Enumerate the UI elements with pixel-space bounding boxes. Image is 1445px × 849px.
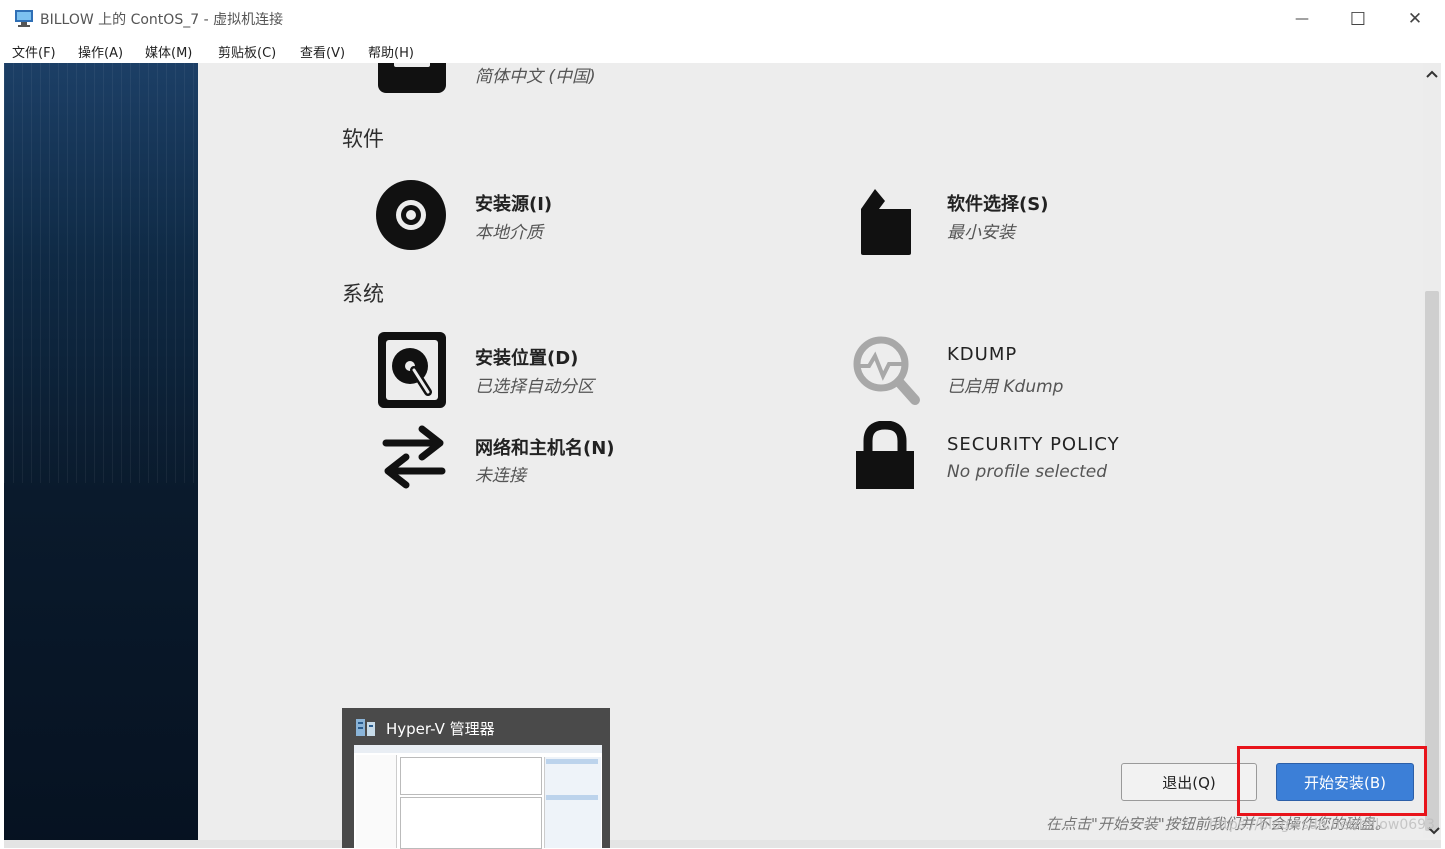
spoke-title: 软件选择(S) xyxy=(947,194,1049,215)
language-status: 简体中文 (中国) xyxy=(475,67,596,87)
spoke-network-hostname[interactable]: 网络和主机名(N) 未连接 xyxy=(376,418,676,498)
menu-action[interactable]: 操作(A) xyxy=(78,42,123,61)
vm-connection-icon xyxy=(15,10,33,27)
spoke-status: 已启用 Kdump xyxy=(947,377,1064,397)
package-icon xyxy=(861,189,911,255)
taskbar-preview-title: Hyper-V 管理器 xyxy=(386,720,495,738)
close-icon: ✕ xyxy=(1407,9,1423,29)
maximize-button[interactable]: ☐ xyxy=(1335,4,1381,34)
section-heading-system: 系统 xyxy=(342,282,384,306)
annotation-highlight-box xyxy=(1237,746,1427,816)
spoke-title: SECURITY POLICY xyxy=(947,434,1120,455)
menu-file[interactable]: 文件(F) xyxy=(12,42,56,61)
scroll-up-icon[interactable] xyxy=(1426,69,1438,79)
spoke-status: 已选择自动分区 xyxy=(475,377,594,397)
hyperv-manager-icon xyxy=(356,719,375,736)
spoke-title: 网络和主机名(N) xyxy=(475,438,615,459)
lock-icon xyxy=(856,421,914,489)
menu-view[interactable]: 查看(V) xyxy=(300,42,345,61)
magnifier-icon xyxy=(853,336,920,405)
spoke-software-selection[interactable]: 软件选择(S) 最小安装 xyxy=(855,178,1155,258)
spoke-title: 安装位置(D) xyxy=(475,348,579,369)
spoke-status: No profile selected xyxy=(947,462,1108,482)
spoke-kdump[interactable]: KDUMP 已启用 Kdump xyxy=(849,328,1149,413)
taskbar-preview-thumbnail[interactable] xyxy=(354,745,602,849)
minimize-button[interactable]: — xyxy=(1279,4,1325,34)
menu-bar: 文件(F) 操作(A) 媒体(M) 剪贴板(C) 查看(V) 帮助(H) xyxy=(0,38,1445,63)
sidebar-decoration xyxy=(4,63,198,483)
spoke-title: 安装源(I) xyxy=(475,194,553,215)
minimize-icon: — xyxy=(1295,11,1309,27)
maximize-icon: ☐ xyxy=(1349,8,1367,30)
spoke-install-source[interactable]: 安装源(I) 本地介质 xyxy=(376,178,676,253)
spoke-status: 未连接 xyxy=(475,466,526,486)
menu-media[interactable]: 媒体(M) xyxy=(145,42,192,61)
window-titlebar[interactable]: BILLOW 上的 ContOS_7 - 虚拟机连接 — ☐ ✕ xyxy=(0,0,1445,38)
spoke-status: 最小安装 xyxy=(947,223,1015,243)
horizontal-scrollbar[interactable] xyxy=(4,840,1441,848)
close-button[interactable]: ✕ xyxy=(1392,4,1438,34)
harddisk-icon xyxy=(378,332,446,408)
keyboard-icon xyxy=(378,63,446,93)
section-heading-software: 软件 xyxy=(342,127,384,151)
menu-help[interactable]: 帮助(H) xyxy=(368,42,414,61)
installer-summary-screen: 简体中文 (中国) 软件 安装源(I) 本地介质 软件选择(S) 最小安装 系统 xyxy=(4,63,1441,848)
window-title: BILLOW 上的 ContOS_7 - 虚拟机连接 xyxy=(40,12,284,28)
watermark: https://blog.csdn.net/billow0693 xyxy=(1209,817,1435,833)
disc-icon xyxy=(376,180,446,250)
spoke-security-policy[interactable]: SECURITY POLICY No profile selected xyxy=(849,418,1179,498)
spoke-status: 本地介质 xyxy=(475,223,543,243)
scrollbar-thumb[interactable] xyxy=(1425,291,1439,831)
menu-clipboard[interactable]: 剪贴板(C) xyxy=(218,42,276,61)
spoke-title: KDUMP xyxy=(947,344,1018,365)
spoke-install-destination[interactable]: 安装位置(D) 已选择自动分区 xyxy=(376,328,676,413)
network-arrows-icon xyxy=(382,425,446,489)
